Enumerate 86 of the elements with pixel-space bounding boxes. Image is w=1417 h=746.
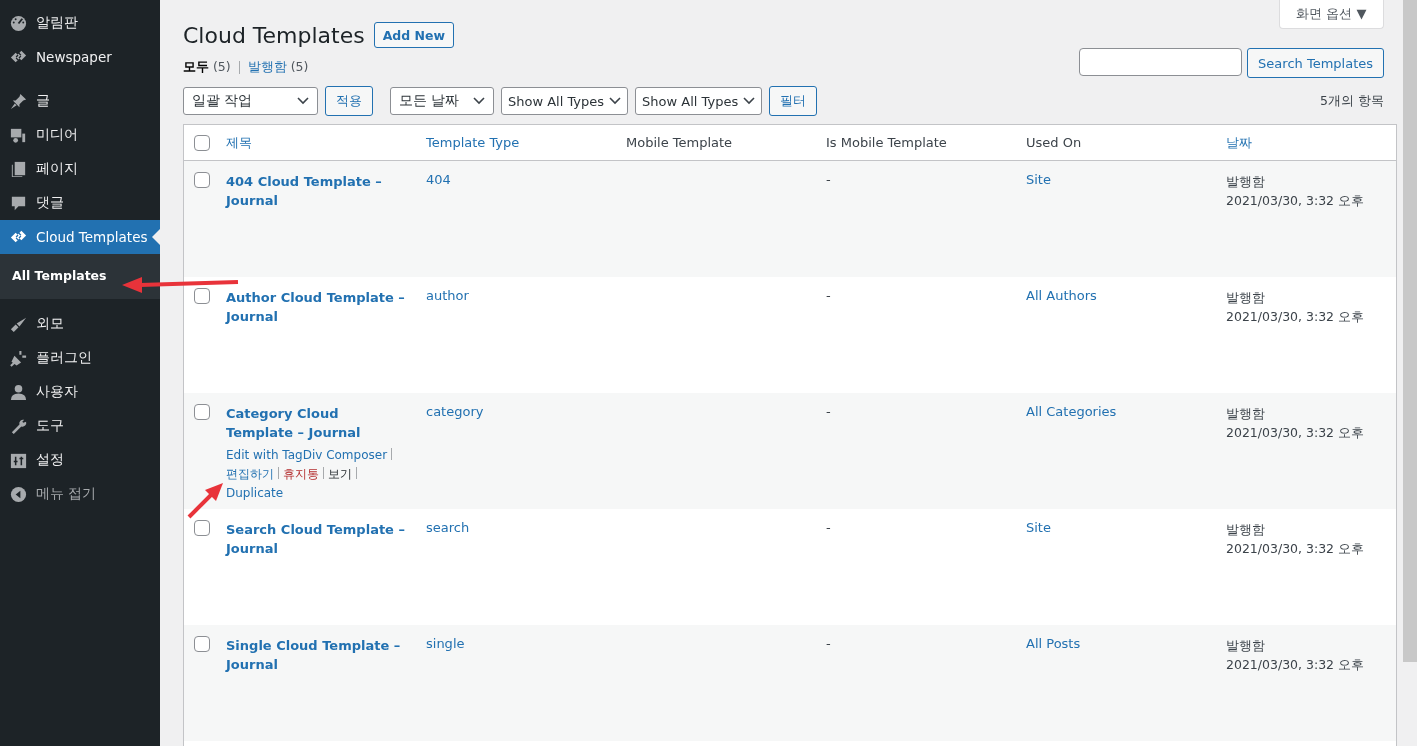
template-type-link[interactable]: single xyxy=(426,636,465,651)
sidebar-item[interactable]: 사용자 xyxy=(0,375,160,409)
used-on-link[interactable]: All Posts xyxy=(1026,636,1081,651)
template-type-link[interactable]: search xyxy=(426,520,470,535)
search-button[interactable]: Search Templates xyxy=(1247,48,1384,78)
chevron-down-icon xyxy=(473,97,485,105)
sidebar-item[interactable]: Newspaper xyxy=(0,40,160,74)
row-checkbox[interactable] xyxy=(194,636,210,652)
used-on-link[interactable]: Site xyxy=(1026,520,1051,535)
post-status: 발행함 xyxy=(1226,289,1266,307)
status-filter-link[interactable]: 발행함 (5) xyxy=(247,59,309,76)
table-cell: - xyxy=(826,520,831,535)
page-title: Cloud Templates xyxy=(183,22,365,48)
date-filter-dropdown[interactable]: 모든 날짜 xyxy=(390,87,494,115)
sidebar-item[interactable]: 외모 xyxy=(0,307,160,341)
row-action-link[interactable]: Duplicate xyxy=(226,486,284,500)
post-date: 2021/03/30, 3:32 오후 xyxy=(1226,424,1366,442)
sidebar-item[interactable]: 도구 xyxy=(0,409,160,443)
filter-button[interactable]: 필터 xyxy=(769,86,818,116)
sidebar-item[interactable]: 댓글 xyxy=(0,186,160,220)
chevron-down-icon xyxy=(609,97,622,105)
table-cell: - xyxy=(826,172,831,187)
row-checkbox[interactable] xyxy=(194,288,210,304)
template-title-link[interactable]: Search Cloud Template – Journal xyxy=(226,520,406,558)
used-on-link[interactable]: Site xyxy=(1026,172,1051,187)
post-date: 2021/03/30, 3:32 오후 xyxy=(1226,656,1366,674)
table-cell: - xyxy=(826,636,831,651)
apply-button[interactable]: 적용 xyxy=(325,86,373,116)
chevron-down-icon xyxy=(297,97,309,105)
post-status: 발행함 xyxy=(1226,637,1266,655)
sidebar-item[interactable]: 글 xyxy=(0,84,160,118)
post-date: 2021/03/30, 3:32 오후 xyxy=(1226,192,1366,210)
chevron-down-icon xyxy=(743,97,756,105)
type-filter-dropdown[interactable]: Show All Types xyxy=(635,87,763,115)
row-checkbox[interactable] xyxy=(194,520,210,536)
row-checkbox[interactable] xyxy=(194,172,210,188)
screen-options-button[interactable]: 화면 옵션 ▼ xyxy=(1279,0,1384,29)
sidebar-item[interactable]: 미디어 xyxy=(0,118,160,152)
row-action-link[interactable]: 보기 xyxy=(328,467,352,481)
column-header: Used On xyxy=(1026,135,1082,150)
template-type-link[interactable]: author xyxy=(426,288,469,303)
gauge-icon xyxy=(9,13,28,33)
select-all-checkbox[interactable] xyxy=(194,134,210,151)
row-checkbox[interactable] xyxy=(194,404,210,420)
sidebar-item[interactable]: 설정 xyxy=(0,443,160,477)
column-header[interactable]: 날짜 xyxy=(1226,134,1252,150)
plug-icon xyxy=(9,348,28,368)
pages-icon xyxy=(9,159,28,179)
post-date: 2021/03/30, 3:32 오후 xyxy=(1226,540,1366,558)
template-title-link[interactable]: Single Cloud Template – Journal xyxy=(226,636,406,674)
table-cell: - xyxy=(826,404,831,419)
sidebar-item[interactable]: 플러그인 xyxy=(0,341,160,375)
sidebar-item[interactable]: 페이지 xyxy=(0,152,160,186)
column-header[interactable]: Template Type xyxy=(426,135,520,150)
sidebar-item[interactable]: 알림판 xyxy=(0,6,160,40)
collapse-icon xyxy=(9,484,28,504)
row-action-link[interactable]: 편집하기 xyxy=(226,467,274,481)
add-new-button[interactable]: Add New xyxy=(373,22,455,48)
post-status: 발행함 xyxy=(1226,173,1266,191)
arrow xyxy=(186,480,226,520)
bulk-actions-dropdown[interactable]: 일괄 작업 xyxy=(183,87,318,115)
used-on-link[interactable]: All Categories xyxy=(1026,404,1117,419)
row-action-link[interactable]: 휴지통 xyxy=(283,467,319,481)
sidebar-item[interactable]: 메뉴 접기 xyxy=(0,477,160,511)
column-header: Is Mobile Template xyxy=(826,135,947,150)
table-cell: - xyxy=(826,288,831,303)
template-type-link[interactable]: category xyxy=(426,404,484,419)
template-title-link[interactable]: Category Cloud Template – Journal xyxy=(226,404,406,442)
column-header[interactable]: 제목 xyxy=(226,134,252,150)
row-action-link[interactable]: Edit with TagDiv Composer xyxy=(226,448,388,462)
column-header: Mobile Template xyxy=(626,135,733,150)
template-title-link[interactable]: Author Cloud Template – Journal xyxy=(226,288,406,326)
sidebar-item[interactable]: Cloud Templates xyxy=(0,220,160,254)
item-count: 5개의 항목 xyxy=(1320,92,1384,110)
template-title-link[interactable]: 404 Cloud Template – Journal xyxy=(226,172,406,210)
search-field[interactable] xyxy=(1079,48,1243,76)
scrollbar[interactable] xyxy=(1403,0,1417,662)
status-filter-link[interactable]: 모두 (5) xyxy=(183,59,231,76)
type-filter-dropdown[interactable]: Show All Types xyxy=(501,87,629,115)
user-icon xyxy=(9,382,28,402)
post-status: 발행함 xyxy=(1226,521,1266,539)
post-date: 2021/03/30, 3:32 오후 xyxy=(1226,308,1366,326)
pin-icon xyxy=(9,91,28,111)
used-on-link[interactable]: All Authors xyxy=(1026,288,1097,303)
template-type-link[interactable]: 404 xyxy=(426,172,451,187)
post-status: 발행함 xyxy=(1226,405,1266,423)
